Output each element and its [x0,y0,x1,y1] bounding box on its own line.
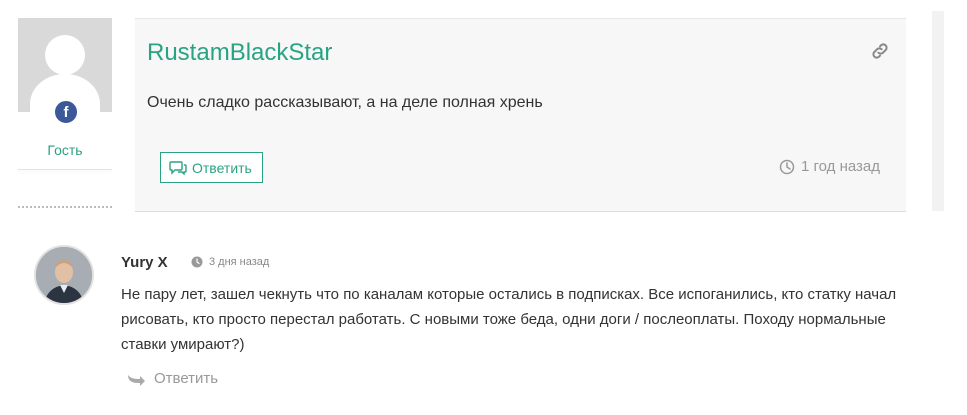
time-label: 3 дня назад [209,256,270,268]
sidebar-strip [932,11,944,211]
comment-text: Очень сладко рассказывают, а на деле пол… [147,94,543,111]
divider-dotted [18,206,112,212]
clock-icon [779,159,795,174]
link-icon[interactable] [870,41,890,61]
comment-author[interactable]: Yury X [121,254,168,271]
facebook-icon: f [54,100,78,124]
clock-icon [191,256,203,268]
divider [18,169,112,170]
comment-card: RustamBlackStar Очень сладко рассказываю… [135,18,906,212]
comment-time: 1 год назад [779,158,880,175]
reply-button[interactable]: Ответить [126,370,218,387]
reply-button[interactable]: Ответить [160,152,263,183]
comment1-avatar-column: f Гость [18,18,112,214]
reply-arrow-icon [128,374,145,386]
avatar [18,18,112,112]
reply-chat-icon [169,160,187,175]
user-role-label: Гость [47,142,83,158]
reply-label: Ответить [192,159,252,176]
comment-time: 3 дня назад [191,256,269,268]
time-label: 1 год назад [800,158,880,175]
comment-author: RustamBlackStar [147,39,333,66]
avatar [34,245,94,305]
reply-label: Ответить [154,370,219,387]
comment-text: Не пару лет, зашел чекнуть что по канала… [121,286,897,353]
